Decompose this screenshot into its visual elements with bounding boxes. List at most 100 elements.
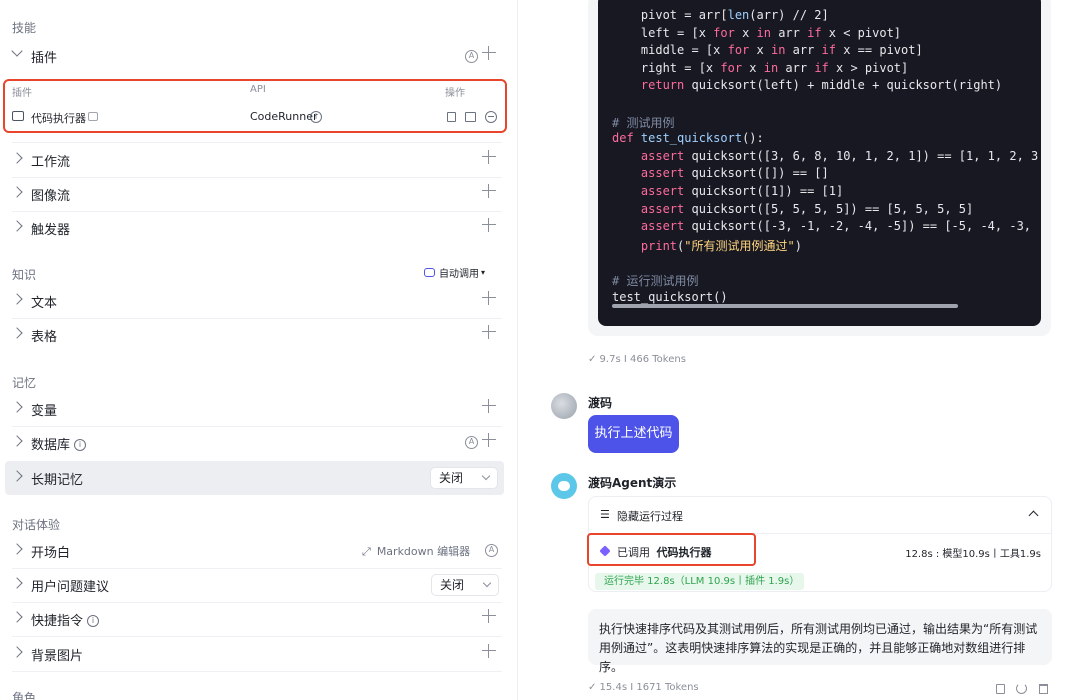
code-token: x > pivot] xyxy=(828,60,909,75)
code-token: in xyxy=(763,60,779,75)
auto-mode-icon[interactable]: A xyxy=(485,544,498,557)
add-plugin-icon[interactable] xyxy=(482,46,496,60)
code-token: "所有测试用例通过" xyxy=(684,238,795,253)
code-line: right = [x for x in arr if x > pivot] xyxy=(612,61,908,75)
message-meta: ✓ 9.7s I 466 Tokens xyxy=(588,354,686,365)
code-token: (arr) // 2] xyxy=(749,8,829,22)
auto-mode-icon[interactable]: A xyxy=(465,50,478,63)
section-table[interactable]: 表格 xyxy=(0,318,506,352)
section-variable[interactable]: 变量 xyxy=(0,392,506,426)
code-line: left = [x for x in arr if x < pivot] xyxy=(612,26,901,40)
add-text-icon[interactable] xyxy=(482,291,496,305)
text-label: 文本 xyxy=(31,295,58,311)
longterm-value: 关闭 xyxy=(439,471,464,485)
col-header-actions: 操作 xyxy=(445,88,465,99)
dropdown-caret-icon: ▾ xyxy=(481,268,486,277)
chevron-right-icon xyxy=(11,327,23,339)
auto-call-dropdown[interactable]: 自动调用 ▾ xyxy=(424,265,485,280)
chat-preview-panel: pivot = arr[len(arr) // 2] left = [x for… xyxy=(518,0,1080,700)
chevron-right-icon xyxy=(11,186,23,198)
section-plugins-header[interactable]: 插件 A xyxy=(0,39,506,73)
add-database-icon[interactable] xyxy=(482,433,496,447)
opening-label: 开场白 xyxy=(31,545,71,561)
add-workflow-icon[interactable] xyxy=(482,150,496,164)
markdown-editor-link[interactable]: ⤢ Markdown 编辑器 xyxy=(362,543,470,559)
code-token: in xyxy=(756,25,771,40)
refresh-icon[interactable] xyxy=(1016,683,1027,694)
code-token: x xyxy=(734,25,757,40)
code-token: (): xyxy=(742,131,764,146)
section-workflow[interactable]: 工作流 xyxy=(0,143,506,177)
plugin-card-icon xyxy=(88,112,98,121)
add-imageflow-icon[interactable] xyxy=(482,184,496,198)
info-icon[interactable]: i xyxy=(74,439,87,451)
section-longterm-memory[interactable]: 长期记忆 关闭 xyxy=(5,461,504,495)
imageflow-label: 图像流 xyxy=(31,188,71,204)
section-suggestions[interactable]: 用户问题建议 关闭 xyxy=(0,568,506,602)
section-opening[interactable]: 开场白 ⤢ Markdown 编辑器 A xyxy=(0,534,506,568)
run-timing: 12.8s : 模型10.9s丨工具1.9s xyxy=(905,549,1041,560)
database-text: 数据库 xyxy=(31,437,71,453)
bot-answer-bubble: 执行快速排序代码及其测试用例后，所有测试用例均已通过，输出结果为“所有测试用例通… xyxy=(588,609,1052,674)
markdown-editor-label: Markdown 编辑器 xyxy=(376,545,471,558)
code-token: x == pivot] xyxy=(836,43,923,58)
chevron-right-icon xyxy=(11,543,23,555)
hide-process-toggle[interactable]: ☰ 隐藏运行过程 xyxy=(589,497,1051,533)
remove-icon-bar xyxy=(488,116,494,118)
code-token: quicksort([-3, -1, -2, -4, -5]) == [-5, … xyxy=(684,219,1032,234)
section-database[interactable]: 数据库 i A xyxy=(0,426,506,460)
chevron-right-icon xyxy=(11,220,23,232)
longterm-select[interactable]: 关闭 xyxy=(430,467,498,489)
code-scrollbar[interactable] xyxy=(612,304,958,308)
code-token: quicksort([]) == [] xyxy=(684,166,829,181)
user-name: 渡码 xyxy=(588,396,613,410)
section-title-knowledge: 知识 xyxy=(12,268,37,282)
code-token: for xyxy=(720,60,743,75)
auto-mode-icon[interactable]: A xyxy=(465,436,478,449)
col-header-plugin: 插件 xyxy=(12,88,32,99)
code-line: # 运行测试用例 xyxy=(612,272,698,289)
add-background-icon[interactable] xyxy=(482,644,496,658)
suggestions-label: 用户问题建议 xyxy=(31,579,110,595)
chevron-right-icon xyxy=(11,293,23,305)
code-token: def xyxy=(612,131,634,146)
chevron-right-icon xyxy=(11,611,23,623)
bot-avatar xyxy=(551,473,577,499)
chevron-right-icon xyxy=(11,646,23,658)
add-variable-icon[interactable] xyxy=(482,399,496,413)
background-label: 背景图片 xyxy=(31,648,84,664)
code-token: pivot = arr[ xyxy=(612,8,728,22)
section-background[interactable]: 背景图片 xyxy=(0,637,506,671)
info-icon[interactable]: i xyxy=(310,111,322,123)
table-label: 表格 xyxy=(31,329,58,345)
code-line: assert quicksort([]) == [] xyxy=(612,166,829,180)
code-token: # 运行测试用例 xyxy=(612,274,699,288)
code-line: def test_quicksort(): xyxy=(612,131,764,145)
code-token: quicksort([5, 5, 5, 5]) == [5, 5, 5, 5] xyxy=(684,201,974,216)
bot-config-panel: 技能 插件 A 插件 API 操作 代码执行器 CodeRunner i 工作流… xyxy=(0,0,518,700)
copy-icon[interactable] xyxy=(996,684,1005,694)
copy-icon[interactable] xyxy=(447,112,456,122)
section-imageflow[interactable]: 图像流 xyxy=(0,177,506,211)
add-trigger-icon[interactable] xyxy=(482,218,496,232)
plugins-label: 插件 xyxy=(31,50,58,66)
auto-call-icon xyxy=(424,268,435,277)
add-shortcut-icon[interactable] xyxy=(482,609,496,623)
section-shortcuts[interactable]: 快捷指令 i xyxy=(0,602,506,636)
add-table-icon[interactable] xyxy=(482,325,496,339)
variable-label: 变量 xyxy=(31,403,58,419)
code-token: quicksort([1]) == [1] xyxy=(684,184,844,198)
code-line: assert quicksort([5, 5, 5, 5]) == [5, 5,… xyxy=(612,202,973,216)
suggestions-value: 关闭 xyxy=(440,578,465,592)
section-text[interactable]: 文本 xyxy=(0,284,506,318)
edit-icon[interactable] xyxy=(465,112,476,122)
section-title-skills: 技能 xyxy=(12,21,37,35)
code-token: assert xyxy=(612,166,685,181)
section-trigger[interactable]: 触发器 xyxy=(0,211,506,245)
shortcuts-label: 快捷指令 i xyxy=(31,610,100,629)
suggestions-select[interactable]: 关闭 xyxy=(431,574,499,596)
code-token: arr xyxy=(785,43,822,58)
info-icon[interactable]: i xyxy=(87,615,100,627)
code-token: print xyxy=(612,238,678,253)
delete-icon[interactable] xyxy=(1039,684,1048,694)
